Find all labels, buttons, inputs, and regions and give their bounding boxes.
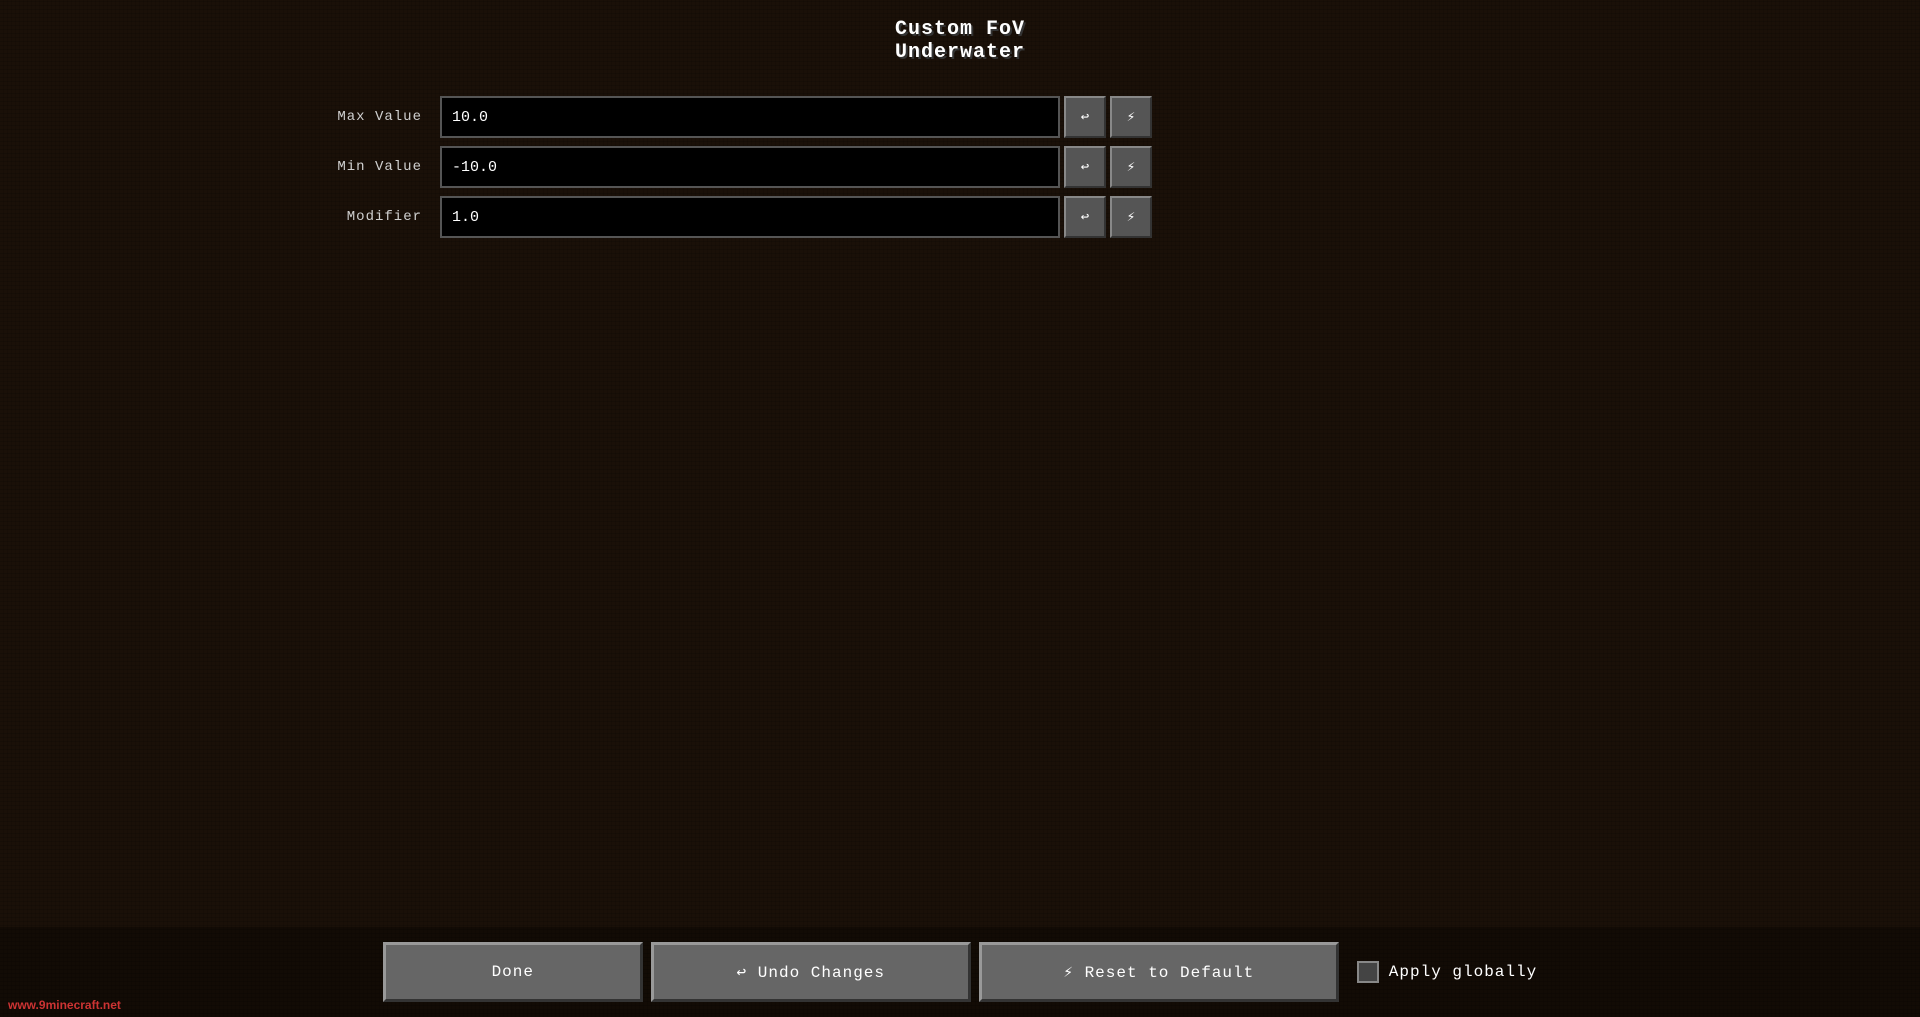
undo-changes-button[interactable]: ↩ Undo Changes [651, 942, 971, 1002]
title-line2: Underwater [0, 41, 1920, 64]
max-value-label: Max Value [280, 109, 440, 125]
reset-to-default-button[interactable]: ⚡ Reset to Default [979, 942, 1339, 1002]
min-value-reset-button[interactable]: ⚡ [1110, 146, 1152, 188]
max-value-undo-button[interactable]: ↩ [1064, 96, 1106, 138]
title-area: Custom FoV Underwater [0, 0, 1920, 76]
done-button[interactable]: Done [383, 942, 643, 1002]
min-value-row: Min Value ↩ ⚡ [280, 146, 1920, 188]
min-value-undo-button[interactable]: ↩ [1064, 146, 1106, 188]
modifier-undo-button[interactable]: ↩ [1064, 196, 1106, 238]
apply-globally-label: Apply globally [1389, 963, 1537, 981]
max-value-row: Max Value ↩ ⚡ [280, 96, 1920, 138]
modifier-input[interactable] [440, 196, 1060, 238]
content-area: Max Value ↩ ⚡ Min Value ↩ ⚡ Modifier ↩ ⚡ [0, 76, 1920, 238]
max-value-reset-button[interactable]: ⚡ [1110, 96, 1152, 138]
min-value-input[interactable] [440, 146, 1060, 188]
title-line1: Custom FoV [0, 18, 1920, 41]
modifier-label: Modifier [280, 209, 440, 225]
min-value-label: Min Value [280, 159, 440, 175]
apply-globally-checkbox[interactable] [1357, 961, 1379, 983]
modifier-reset-button[interactable]: ⚡ [1110, 196, 1152, 238]
bottom-bar: Done ↩ Undo Changes ⚡ Reset to Default A… [0, 927, 1920, 1017]
apply-globally-container: Apply globally [1357, 961, 1537, 983]
modifier-row: Modifier ↩ ⚡ [280, 196, 1920, 238]
watermark: www.9minecraft.net [8, 998, 121, 1012]
max-value-input[interactable] [440, 96, 1060, 138]
